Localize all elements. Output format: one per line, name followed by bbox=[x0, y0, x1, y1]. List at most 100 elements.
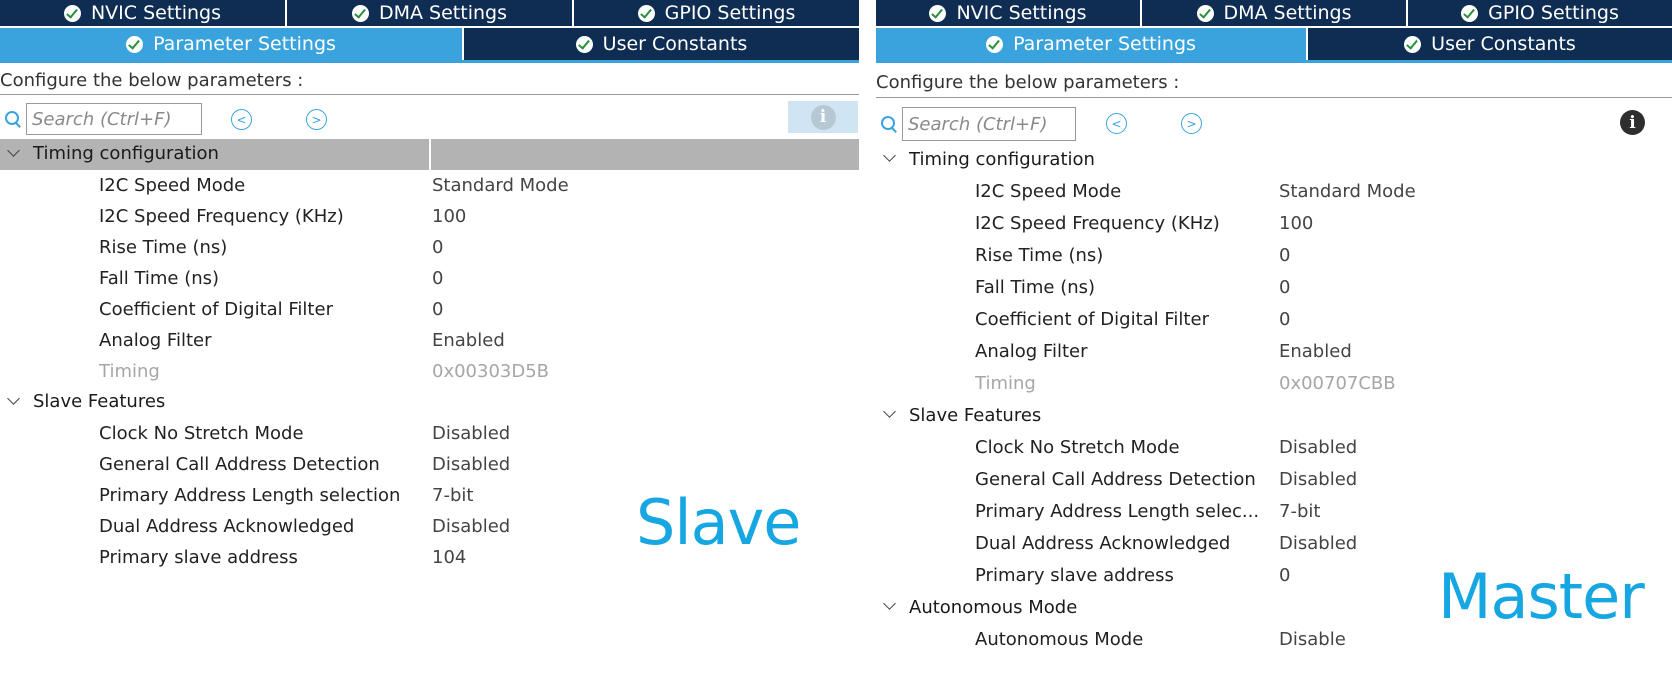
tab-user-constants[interactable]: User Constants bbox=[464, 28, 859, 60]
group-label: Timing configuration bbox=[909, 149, 1095, 170]
param-value[interactable]: 100 bbox=[1279, 213, 1313, 234]
param-name: General Call Address Detection bbox=[99, 454, 380, 475]
group-slave-features[interactable]: Slave Features bbox=[0, 387, 859, 418]
chevron-down-icon[interactable] bbox=[8, 394, 20, 406]
check-circle-icon bbox=[352, 4, 369, 22]
param-row[interactable]: Clock No Stretch Mode Disabled bbox=[0, 418, 859, 449]
param-row[interactable]: Analog Filter Enabled bbox=[876, 336, 1672, 368]
param-row[interactable]: General Call Address Detection Disabled bbox=[0, 449, 859, 480]
search-input[interactable] bbox=[902, 107, 1076, 141]
param-name: Coefficient of Digital Filter bbox=[99, 299, 333, 320]
param-row[interactable]: Fall Time (ns) 0 bbox=[0, 263, 859, 294]
tab-row-top: NVIC Settings DMA Settings GPIO Settings bbox=[0, 0, 859, 28]
param-row[interactable]: Rise Time (ns) 0 bbox=[876, 240, 1672, 272]
param-row[interactable]: Clock No Stretch Mode Disabled bbox=[876, 432, 1672, 464]
tab-dma-settings[interactable]: DMA Settings bbox=[287, 0, 574, 26]
param-value[interactable]: 104 bbox=[432, 547, 466, 568]
previous-match-button[interactable]: < bbox=[1106, 113, 1127, 134]
param-value[interactable]: Standard Mode bbox=[1279, 181, 1416, 202]
param-value[interactable]: Enabled bbox=[432, 330, 505, 351]
param-value[interactable]: Disabled bbox=[1279, 533, 1357, 554]
tab-dma-settings[interactable]: DMA Settings bbox=[1142, 0, 1408, 26]
param-value[interactable]: 0 bbox=[432, 237, 443, 258]
tab-gpio-settings[interactable]: GPIO Settings bbox=[574, 0, 859, 26]
tab-parameter-settings[interactable]: Parameter Settings bbox=[0, 28, 464, 60]
param-value[interactable]: Enabled bbox=[1279, 341, 1352, 362]
param-value: 0x00707CBB bbox=[1279, 373, 1396, 394]
param-name: Dual Address Acknowledged bbox=[975, 533, 1231, 554]
param-name: Primary slave address bbox=[99, 547, 298, 568]
param-row[interactable]: Analog Filter Enabled bbox=[0, 325, 859, 356]
info-button[interactable]: i bbox=[1620, 110, 1645, 135]
param-name: Clock No Stretch Mode bbox=[975, 437, 1180, 458]
param-row[interactable]: I2C Speed Mode Standard Mode bbox=[0, 170, 859, 201]
param-value[interactable]: Standard Mode bbox=[432, 175, 569, 196]
param-value[interactable]: 7-bit bbox=[432, 485, 473, 506]
tab-label: NVIC Settings bbox=[956, 1, 1087, 24]
check-circle-icon bbox=[63, 4, 81, 22]
param-name: I2C Speed Frequency (KHz) bbox=[975, 213, 1220, 234]
group-label: Slave Features bbox=[33, 391, 166, 412]
param-row[interactable]: Rise Time (ns) 0 bbox=[0, 232, 859, 263]
param-value[interactable]: Disabled bbox=[432, 423, 510, 444]
next-match-button[interactable]: > bbox=[306, 109, 327, 130]
param-value[interactable]: 100 bbox=[432, 206, 466, 227]
param-value[interactable]: 0 bbox=[432, 268, 443, 289]
previous-match-button[interactable]: < bbox=[231, 109, 252, 130]
chevron-right-icon: > bbox=[1186, 116, 1197, 131]
param-value[interactable]: Disabled bbox=[1279, 437, 1357, 458]
check-circle-icon bbox=[929, 4, 947, 22]
param-name: Rise Time (ns) bbox=[99, 237, 228, 258]
group-label: Timing configuration bbox=[33, 143, 219, 164]
search-box bbox=[880, 107, 1076, 141]
slave-config-panel: NVIC Settings DMA Settings GPIO Settings… bbox=[0, 0, 859, 692]
param-row[interactable]: Coefficient of Digital Filter 0 bbox=[876, 304, 1672, 336]
param-row[interactable]: Coefficient of Digital Filter 0 bbox=[0, 294, 859, 325]
configure-caption: Configure the below parameters : bbox=[876, 63, 1672, 98]
info-button[interactable]: i bbox=[788, 101, 858, 133]
check-circle-icon bbox=[1461, 4, 1479, 22]
param-row[interactable]: I2C Speed Frequency (KHz) 100 bbox=[876, 208, 1672, 240]
param-row[interactable]: Fall Time (ns) 0 bbox=[876, 272, 1672, 304]
param-name: Analog Filter bbox=[99, 330, 212, 351]
chevron-down-icon[interactable] bbox=[8, 146, 20, 158]
param-row[interactable]: Primary Address Length selec... 7-bit bbox=[876, 496, 1672, 528]
param-name: I2C Speed Mode bbox=[975, 181, 1122, 202]
param-name: Primary Address Length selection bbox=[99, 485, 401, 506]
param-row[interactable]: General Call Address Detection Disabled bbox=[876, 464, 1672, 496]
param-value[interactable]: Disabled bbox=[432, 516, 510, 537]
next-match-button[interactable]: > bbox=[1181, 113, 1202, 134]
chevron-down-icon[interactable] bbox=[884, 151, 896, 163]
tab-nvic-settings[interactable]: NVIC Settings bbox=[0, 0, 287, 26]
chevron-down-icon[interactable] bbox=[884, 599, 896, 611]
tab-nvic-settings[interactable]: NVIC Settings bbox=[876, 0, 1142, 26]
toolbar: < > i bbox=[0, 95, 859, 139]
tab-parameter-settings[interactable]: Parameter Settings bbox=[876, 28, 1308, 60]
param-value[interactable]: 0 bbox=[1279, 309, 1290, 330]
group-timing-configuration[interactable]: Timing configuration bbox=[876, 144, 1672, 176]
group-slave-features[interactable]: Slave Features bbox=[876, 400, 1672, 432]
param-value[interactable]: Disabled bbox=[432, 454, 510, 475]
param-row[interactable]: I2C Speed Mode Standard Mode bbox=[876, 176, 1672, 208]
param-value[interactable]: Disable bbox=[1279, 629, 1346, 650]
group-timing-configuration[interactable]: Timing configuration bbox=[0, 139, 859, 170]
param-value[interactable]: 0 bbox=[1279, 277, 1290, 298]
tab-user-constants[interactable]: User Constants bbox=[1308, 28, 1672, 60]
param-value[interactable]: 0 bbox=[1279, 565, 1290, 586]
param-row[interactable]: I2C Speed Frequency (KHz) 100 bbox=[0, 201, 859, 232]
column-divider bbox=[429, 139, 431, 170]
tab-label: User Constants bbox=[602, 32, 748, 55]
tab-label: Parameter Settings bbox=[1013, 32, 1196, 55]
param-value[interactable]: Disabled bbox=[1279, 469, 1357, 490]
tab-gpio-settings[interactable]: GPIO Settings bbox=[1408, 0, 1672, 26]
tab-row-bottom: Parameter Settings User Constants bbox=[0, 28, 859, 60]
param-value[interactable]: 0 bbox=[432, 299, 443, 320]
group-label: Autonomous Mode bbox=[909, 597, 1078, 618]
param-value[interactable]: 0 bbox=[1279, 245, 1290, 266]
param-row[interactable]: Dual Address Acknowledged Disabled bbox=[876, 528, 1672, 560]
chevron-left-icon: < bbox=[236, 112, 247, 127]
chevron-down-icon[interactable] bbox=[884, 407, 896, 419]
param-value[interactable]: 7-bit bbox=[1279, 501, 1320, 522]
check-circle-icon bbox=[986, 35, 1004, 53]
search-input[interactable] bbox=[26, 103, 202, 135]
